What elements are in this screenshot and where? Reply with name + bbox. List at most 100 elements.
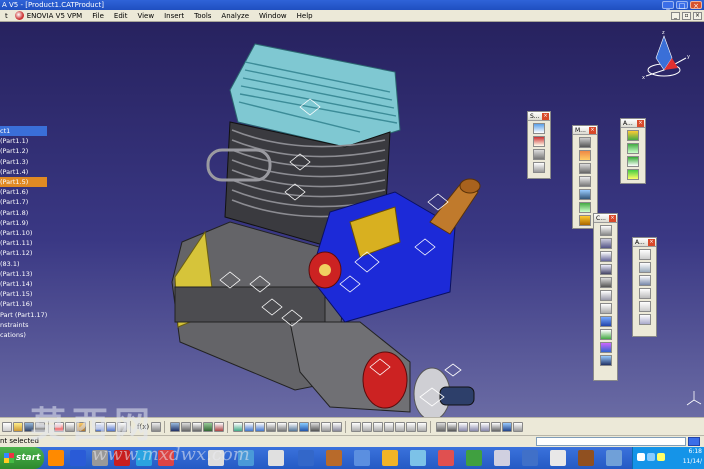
tool-icon[interactable] (599, 316, 612, 327)
tool-icon[interactable] (599, 238, 612, 249)
tool-icon[interactable] (599, 342, 612, 353)
tool-icon[interactable] (579, 176, 591, 187)
tool-icon[interactable] (579, 202, 591, 213)
open-icon[interactable] (13, 421, 23, 432)
tool-icon[interactable] (627, 130, 639, 141)
maximize-button[interactable]: □ (676, 1, 688, 10)
replace-icon[interactable] (384, 421, 395, 432)
menu-edit[interactable]: Edit (109, 12, 133, 20)
clash-icon[interactable] (458, 421, 469, 432)
menu-start[interactable]: t (0, 12, 13, 20)
tool-icon[interactable] (599, 329, 612, 340)
tool-icon[interactable] (638, 314, 651, 325)
menu-analyze[interactable]: Analyze (216, 12, 254, 20)
explode-icon[interactable] (436, 421, 447, 432)
window-title-bar[interactable]: A V5 - [Product1.CATProduct] _ □ × (0, 0, 704, 10)
tool-icon[interactable] (627, 143, 639, 154)
front-housing[interactable] (289, 321, 475, 417)
tool-icon[interactable] (638, 262, 651, 273)
menu-view[interactable]: View (132, 12, 159, 20)
component-icon[interactable] (362, 421, 373, 432)
tool-icon[interactable] (533, 136, 545, 147)
tool-icon[interactable] (638, 275, 651, 286)
taskbar-app-icon[interactable] (466, 450, 482, 466)
pan-icon[interactable] (244, 421, 255, 432)
toolbar-close-button[interactable]: × (637, 120, 644, 127)
tool-icon[interactable] (599, 355, 612, 366)
menu-tools[interactable]: Tools (189, 12, 216, 20)
section-icon[interactable] (214, 421, 225, 432)
toolbar-close-button[interactable]: × (542, 113, 549, 120)
toolbar-header[interactable]: A... × (633, 238, 656, 247)
doc-minimize-button[interactable]: _ (671, 12, 680, 20)
command-go-button[interactable] (688, 437, 700, 446)
tool-icon[interactable] (627, 156, 639, 167)
hide-show-icon[interactable] (321, 421, 332, 432)
toolbar-header[interactable]: A... × (621, 119, 645, 128)
taskbar-app-icon[interactable] (522, 450, 538, 466)
enovia-icon[interactable] (14, 11, 24, 20)
tool-icon[interactable] (579, 189, 591, 200)
tool-icon[interactable] (579, 150, 591, 161)
menu-insert[interactable]: Insert (159, 12, 189, 20)
catalog-icon[interactable] (170, 421, 181, 432)
menu-window[interactable]: Window (254, 12, 292, 20)
start-button[interactable]: start (0, 447, 44, 469)
existing-component-icon[interactable] (373, 421, 384, 432)
catia-portal-icon[interactable] (502, 421, 513, 432)
tool-icon[interactable] (599, 264, 612, 275)
tool-icon[interactable] (599, 303, 612, 314)
annotation-icon[interactable] (491, 421, 502, 432)
toolbar-close-button[interactable]: × (648, 239, 655, 246)
doc-close-button[interactable]: × (693, 12, 702, 20)
search-icon[interactable] (513, 421, 524, 432)
carburetor[interactable] (308, 191, 456, 323)
tool-icon[interactable] (627, 169, 639, 180)
rotate-icon[interactable] (255, 421, 266, 432)
taskbar-app-icon[interactable] (578, 450, 594, 466)
taskbar-app-icon[interactable] (70, 450, 86, 466)
fit-all-icon[interactable] (233, 421, 244, 432)
product-icon[interactable] (351, 421, 362, 432)
command-input[interactable] (536, 437, 686, 446)
zoom-out-icon[interactable] (277, 421, 288, 432)
tool-icon[interactable] (599, 225, 612, 236)
menu-file[interactable]: File (87, 12, 109, 20)
taskbar-app-icon[interactable] (326, 450, 342, 466)
swap-space-icon[interactable] (332, 421, 343, 432)
fly-icon[interactable] (203, 421, 214, 432)
tool-icon[interactable] (533, 162, 545, 173)
tool-icon[interactable] (599, 251, 612, 262)
taskbar-app-icon[interactable] (382, 450, 398, 466)
tool-icon[interactable] (638, 288, 651, 299)
taskbar-app-icon[interactable] (550, 450, 566, 466)
taskbar-app-icon[interactable] (298, 450, 314, 466)
multi-instantiation-icon[interactable] (417, 421, 428, 432)
3d-viewport[interactable]: ct1 (Part1.1) (Part1.2) (Part1.3) (Part1… (0, 22, 704, 417)
measure-icon[interactable] (181, 421, 192, 432)
distance-icon[interactable] (480, 421, 491, 432)
toolbar-close-button[interactable]: × (589, 127, 596, 134)
shading-icon[interactable] (310, 421, 321, 432)
tray-icon[interactable] (647, 453, 655, 461)
iso-view-icon[interactable] (299, 421, 310, 432)
tool-icon[interactable] (599, 277, 612, 288)
tray-icon[interactable] (637, 453, 645, 461)
tool-icon[interactable] (579, 137, 591, 148)
generate-numbering-icon[interactable] (406, 421, 417, 432)
toolbar-header[interactable]: M... × (573, 126, 597, 135)
tool-icon[interactable] (579, 163, 591, 174)
graph-tree-icon[interactable] (395, 421, 406, 432)
sectioning-icon[interactable] (469, 421, 480, 432)
toolbar-header[interactable]: S... × (528, 112, 550, 121)
minimize-button[interactable]: _ (662, 1, 674, 10)
scenes-icon[interactable] (447, 421, 458, 432)
tool-icon[interactable] (533, 123, 545, 134)
taskbar-app-icon[interactable] (606, 450, 622, 466)
zoom-in-icon[interactable] (266, 421, 277, 432)
taskbar-app-icon[interactable] (438, 450, 454, 466)
taskbar-app-icon[interactable] (354, 450, 370, 466)
tool-icon[interactable] (579, 215, 591, 226)
taskbar-app-icon[interactable] (410, 450, 426, 466)
toolbar-close-button[interactable]: × (609, 215, 616, 222)
